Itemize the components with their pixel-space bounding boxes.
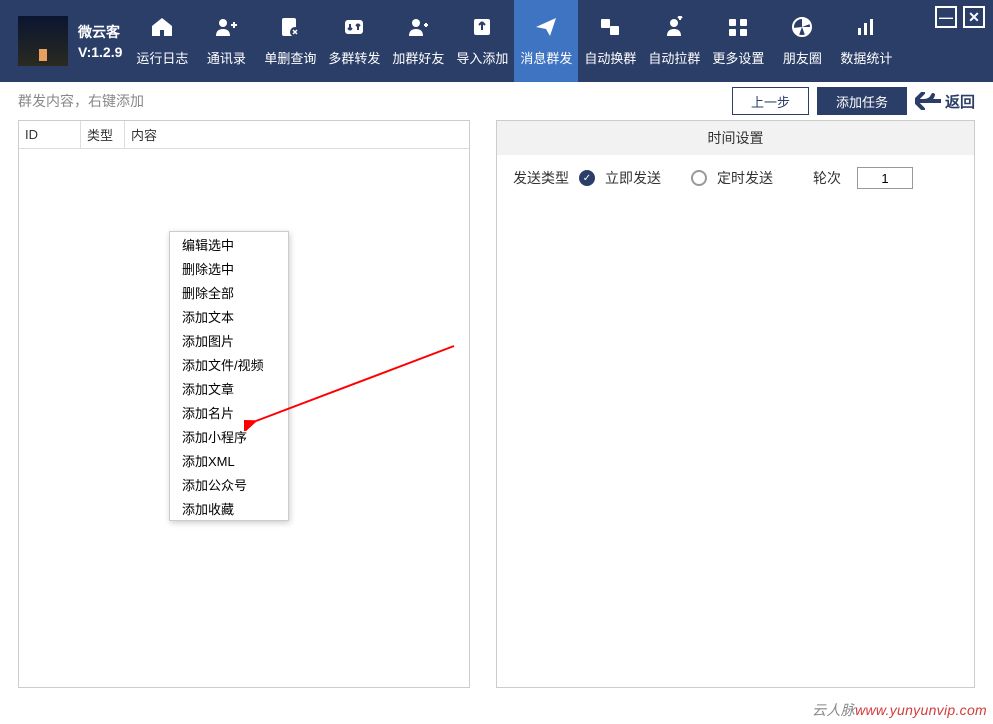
watermark: 云人脉www.yunyunvip.com bbox=[812, 700, 987, 720]
nav-item-4[interactable]: 加群好友 bbox=[386, 0, 450, 82]
rounds-input[interactable] bbox=[857, 167, 913, 189]
minimize-button[interactable]: — bbox=[935, 6, 957, 28]
back-button[interactable]: 返回 bbox=[915, 91, 975, 112]
back-arrow-icon bbox=[915, 92, 941, 110]
nav-icon bbox=[406, 16, 430, 44]
nav-icon bbox=[854, 16, 878, 44]
nav-label: 消息群发 bbox=[520, 48, 572, 67]
prev-step-button[interactable]: 上一步 bbox=[732, 87, 809, 115]
context-menu-item-2[interactable]: 删除全部 bbox=[170, 280, 288, 304]
context-menu: 编辑选中删除选中删除全部添加文本添加图片添加文件/视频添加文章添加名片添加小程序… bbox=[169, 231, 289, 521]
col-type: 类型 bbox=[81, 121, 125, 148]
nav-icon bbox=[342, 16, 366, 44]
app-name: 微云客 bbox=[78, 22, 122, 42]
nav-label: 加群好友 bbox=[392, 48, 444, 67]
col-id: ID bbox=[19, 121, 81, 148]
radio-send-now[interactable] bbox=[579, 170, 595, 186]
nav-icon bbox=[214, 16, 238, 44]
nav-item-3[interactable]: 多群转发 bbox=[322, 0, 386, 82]
context-menu-item-6[interactable]: 添加文章 bbox=[170, 376, 288, 400]
context-menu-item-8[interactable]: 添加小程序 bbox=[170, 424, 288, 448]
nav-item-1[interactable]: 通讯录 bbox=[194, 0, 258, 82]
nav-icon bbox=[598, 16, 622, 44]
context-menu-item-1[interactable]: 删除选中 bbox=[170, 256, 288, 280]
nav-icon bbox=[662, 16, 686, 44]
nav-label: 数据统计 bbox=[840, 48, 892, 67]
nav-label: 自动换群 bbox=[584, 48, 636, 67]
close-button[interactable]: ✕ bbox=[963, 6, 985, 28]
nav-icon bbox=[790, 16, 814, 44]
context-menu-item-11[interactable]: 添加收藏 bbox=[170, 496, 288, 520]
add-task-button[interactable]: 添加任务 bbox=[817, 87, 907, 115]
section-title: 时间设置 bbox=[497, 121, 974, 155]
context-menu-item-9[interactable]: 添加XML bbox=[170, 448, 288, 472]
time-settings-panel: 时间设置 发送类型 立即发送 定时发送 轮次 bbox=[496, 120, 975, 688]
nav-label: 朋友圈 bbox=[783, 48, 822, 67]
nav-icon bbox=[726, 16, 750, 44]
send-type-row: 发送类型 立即发送 定时发送 轮次 bbox=[497, 155, 974, 201]
nav-item-8[interactable]: 自动拉群 bbox=[642, 0, 706, 82]
context-menu-item-0[interactable]: 编辑选中 bbox=[170, 232, 288, 256]
nav-item-5[interactable]: 导入添加 bbox=[450, 0, 514, 82]
context-menu-item-4[interactable]: 添加图片 bbox=[170, 328, 288, 352]
context-menu-item-10[interactable]: 添加公众号 bbox=[170, 472, 288, 496]
nav-item-10[interactable]: 朋友圈 bbox=[770, 0, 834, 82]
nav-item-7[interactable]: 自动换群 bbox=[578, 0, 642, 82]
nav-icon bbox=[534, 16, 558, 44]
nav-label: 多群转发 bbox=[328, 48, 380, 67]
nav-item-2[interactable]: 单删查询 bbox=[258, 0, 322, 82]
toolbar: 群发内容，右键添加 上一步 添加任务 返回 bbox=[0, 82, 993, 120]
back-label: 返回 bbox=[945, 91, 975, 112]
nav-item-0[interactable]: 运行日志 bbox=[130, 0, 194, 82]
opt-send-now-label: 立即发送 bbox=[605, 168, 661, 188]
nav-icon bbox=[470, 16, 494, 44]
nav-label: 自动拉群 bbox=[648, 48, 700, 67]
table-header: ID 类型 内容 bbox=[19, 121, 469, 149]
toolbar-hint: 群发内容，右键添加 bbox=[18, 91, 732, 111]
titlebar: 微云客 V:1.2.9 运行日志通讯录单删查询多群转发加群好友导入添加消息群发自… bbox=[0, 0, 993, 82]
nav-label: 导入添加 bbox=[456, 48, 508, 67]
nav-label: 通讯录 bbox=[207, 48, 246, 67]
nav-item-9[interactable]: 更多设置 bbox=[706, 0, 770, 82]
send-type-label: 发送类型 bbox=[513, 168, 569, 188]
radio-send-scheduled[interactable] bbox=[691, 170, 707, 186]
context-menu-item-5[interactable]: 添加文件/视频 bbox=[170, 352, 288, 376]
window-controls: — ✕ bbox=[935, 6, 985, 28]
nav-label: 更多设置 bbox=[712, 48, 764, 67]
app-info: 微云客 V:1.2.9 bbox=[78, 22, 122, 60]
nav-label: 单删查询 bbox=[264, 48, 316, 67]
opt-send-scheduled-label: 定时发送 bbox=[717, 168, 773, 188]
nav-item-11[interactable]: 数据统计 bbox=[834, 0, 898, 82]
nav-icon bbox=[150, 16, 174, 44]
context-menu-item-7[interactable]: 添加名片 bbox=[170, 400, 288, 424]
content-area: ID 类型 内容 编辑选中删除选中删除全部添加文本添加图片添加文件/视频添加文章… bbox=[0, 120, 993, 688]
nav-label: 运行日志 bbox=[136, 48, 188, 67]
rounds-label: 轮次 bbox=[813, 168, 841, 188]
nav-icon bbox=[278, 16, 302, 44]
main-nav: 运行日志通讯录单删查询多群转发加群好友导入添加消息群发自动换群自动拉群更多设置朋… bbox=[130, 0, 898, 82]
nav-item-6[interactable]: 消息群发 bbox=[514, 0, 578, 82]
app-logo bbox=[18, 16, 68, 66]
content-list-panel: ID 类型 内容 编辑选中删除选中删除全部添加文本添加图片添加文件/视频添加文章… bbox=[18, 120, 470, 688]
col-content: 内容 bbox=[125, 121, 469, 148]
app-version: V:1.2.9 bbox=[78, 44, 122, 60]
context-menu-item-3[interactable]: 添加文本 bbox=[170, 304, 288, 328]
